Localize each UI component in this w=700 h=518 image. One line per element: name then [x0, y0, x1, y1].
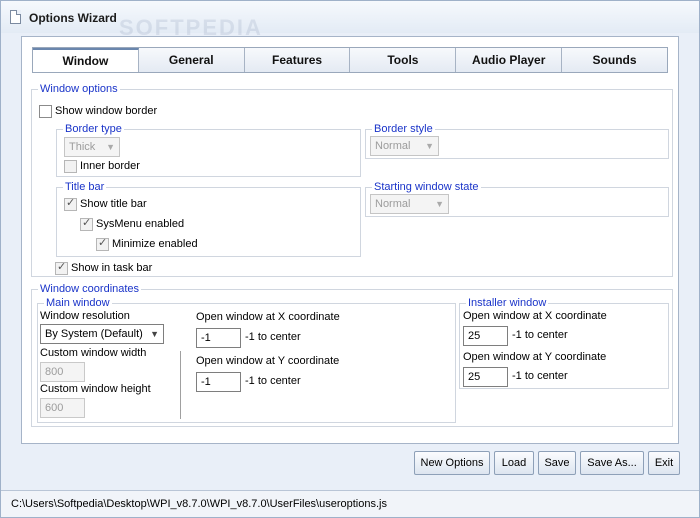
minimize-enabled-label: Minimize enabled: [112, 238, 198, 250]
tab-features[interactable]: Features: [245, 48, 351, 72]
show-in-task-bar-label: Show in task bar: [71, 262, 153, 274]
sysmenu-enabled-checkbox[interactable]: ✓: [80, 217, 93, 231]
show-title-bar-checkbox[interactable]: ✓: [64, 197, 77, 211]
custom-window-width-input[interactable]: 800: [40, 362, 85, 382]
check-mark-icon: ✓: [98, 237, 108, 249]
window-coordinates-group: Window coordinates Main window Window re…: [31, 283, 673, 427]
chevron-down-icon: ▼: [150, 329, 159, 339]
minimize-enabled-checkbox[interactable]: ✓: [96, 237, 109, 251]
starting-window-state-select[interactable]: Normal ▼: [370, 194, 449, 214]
chevron-down-icon: ▼: [435, 199, 444, 209]
check-mark-icon: ✓: [57, 261, 67, 273]
inner-border-checkbox[interactable]: [64, 160, 77, 173]
starting-window-state-legend: Starting window state: [374, 181, 479, 193]
window-resolution-label: Window resolution: [40, 310, 130, 322]
main-window-group: Main window Window resolution By System …: [37, 297, 456, 423]
main-x-hint: -1 to center: [245, 331, 301, 343]
border-type-select[interactable]: Thick ▼: [64, 137, 120, 157]
main-x-coordinate-label: Open window at X coordinate: [196, 311, 340, 323]
installer-y-hint: -1 to center: [512, 370, 568, 382]
main-y-hint: -1 to center: [245, 375, 301, 387]
main-window-legend: Main window: [46, 297, 110, 309]
document-icon: [10, 10, 21, 24]
options-wizard-window: Options Wizard SOFTPEDIA Window General …: [0, 0, 700, 518]
save-as-button[interactable]: Save As...: [580, 451, 644, 475]
inner-border-label: Inner border: [80, 160, 140, 172]
starting-window-state-value: Normal: [375, 198, 411, 210]
status-bar: C:\Users\Softpedia\Desktop\WPI_v8.7.0\WP…: [1, 490, 699, 517]
installer-window-group: Installer window Open window at X coordi…: [459, 297, 669, 389]
main-y-coordinate-input[interactable]: -1: [196, 372, 241, 392]
border-type-value: Thick: [69, 141, 96, 153]
main-panel: Window General Features Tools Audio Play…: [21, 36, 679, 444]
border-style-value: Normal: [375, 140, 411, 152]
installer-x-hint: -1 to center: [512, 329, 568, 341]
tab-window[interactable]: Window: [33, 48, 139, 72]
title-bar-group: Title bar ✓ Show title bar ✓ SysMenu ena…: [56, 181, 361, 257]
check-mark-icon: ✓: [66, 197, 76, 209]
starting-window-state-group: Starting window state Normal ▼: [365, 181, 669, 217]
window-options-group: Window options Show window border Border…: [31, 83, 673, 277]
tab-audio-player[interactable]: Audio Player: [456, 48, 563, 72]
load-button[interactable]: Load: [494, 451, 534, 475]
installer-y-coordinate-input[interactable]: 25: [463, 367, 508, 387]
main-x-coordinate-input[interactable]: -1: [196, 328, 241, 348]
border-style-legend: Border style: [374, 123, 433, 135]
installer-x-coordinate-input[interactable]: 25: [463, 326, 508, 346]
custom-window-height-input[interactable]: 600: [40, 398, 85, 418]
custom-window-width-label: Custom window width: [40, 347, 147, 359]
sysmenu-enabled-label: SysMenu enabled: [96, 218, 185, 230]
border-style-group: Border style Normal ▼: [365, 123, 669, 159]
window-options-legend: Window options: [40, 83, 118, 95]
tab-bar: Window General Features Tools Audio Play…: [32, 47, 668, 73]
tab-general[interactable]: General: [139, 48, 245, 72]
new-options-button[interactable]: New Options: [414, 451, 490, 475]
window-coordinates-legend: Window coordinates: [40, 283, 140, 295]
window-resolution-select[interactable]: By System (Default) ▼: [40, 324, 164, 344]
file-path: C:\Users\Softpedia\Desktop\WPI_v8.7.0\WP…: [11, 498, 387, 510]
chevron-down-icon: ▼: [425, 141, 434, 151]
tab-tools[interactable]: Tools: [350, 48, 457, 72]
tab-sounds[interactable]: Sounds: [562, 48, 667, 72]
installer-x-coordinate-label: Open window at X coordinate: [463, 310, 607, 322]
title-bar: Options Wizard SOFTPEDIA: [1, 1, 699, 40]
save-button[interactable]: Save: [538, 451, 576, 475]
column-divider: [180, 351, 181, 419]
border-style-select[interactable]: Normal ▼: [370, 136, 439, 156]
check-mark-icon: ✓: [82, 217, 92, 229]
title-bar-legend: Title bar: [65, 181, 105, 193]
installer-y-coordinate-label: Open window at Y coordinate: [463, 351, 607, 363]
installer-window-legend: Installer window: [468, 297, 547, 309]
main-y-coordinate-label: Open window at Y coordinate: [196, 355, 340, 367]
window-title: Options Wizard: [29, 11, 117, 25]
window-resolution-value: By System (Default): [45, 328, 143, 340]
show-title-bar-label: Show title bar: [80, 198, 147, 210]
show-window-border-label: Show window border: [55, 105, 158, 117]
custom-window-height-label: Custom window height: [40, 383, 151, 395]
show-in-task-bar-checkbox[interactable]: ✓: [55, 261, 68, 275]
show-window-border-checkbox[interactable]: [39, 105, 52, 118]
border-type-group: Border type Thick ▼ Inner border: [56, 123, 361, 177]
chevron-down-icon: ▼: [106, 142, 115, 152]
exit-button[interactable]: Exit: [648, 451, 680, 475]
border-type-legend: Border type: [65, 123, 122, 135]
